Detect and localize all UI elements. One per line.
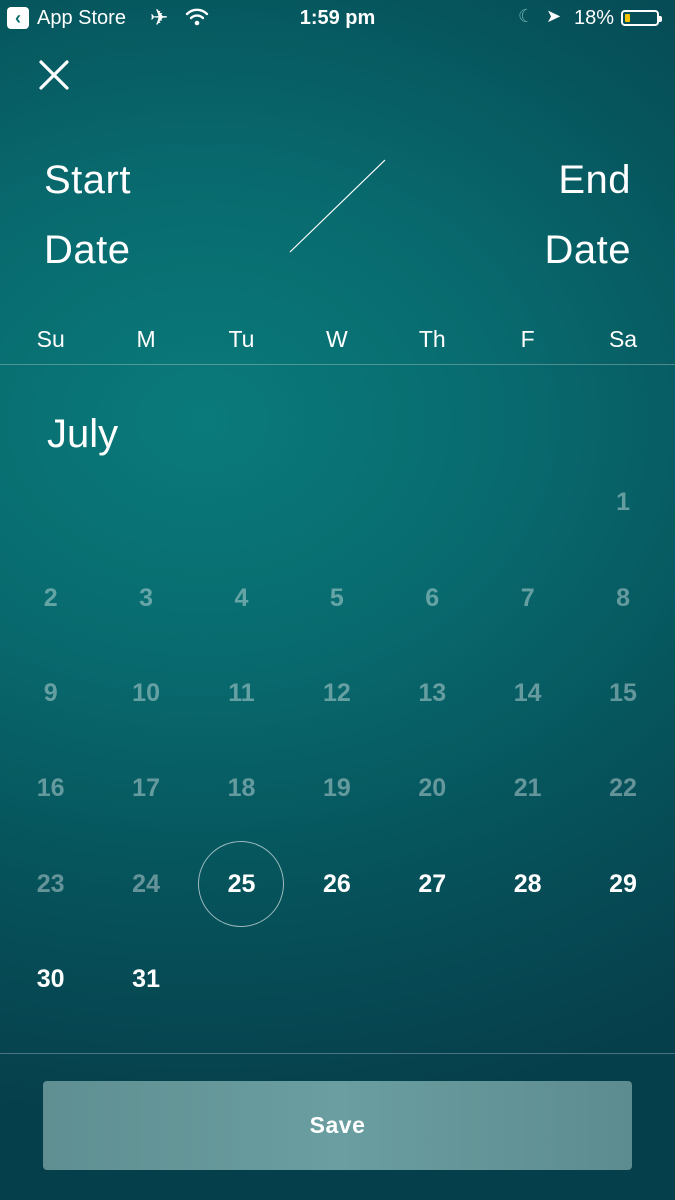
day-number: 9 [43, 678, 58, 707]
day-number: 30 [36, 965, 65, 994]
day-cell: 13 [385, 646, 480, 741]
day-number: 19 [322, 774, 351, 803]
day-cell: 6 [385, 550, 480, 645]
day-cell-empty [194, 455, 289, 550]
day-cell: 18 [194, 741, 289, 836]
weekday-th: Th [418, 326, 446, 352]
close-icon [39, 60, 69, 90]
day-cell: 22 [575, 741, 670, 836]
weekday-su: Su [36, 326, 65, 352]
day-number: 13 [418, 678, 447, 707]
day-number: 22 [609, 774, 637, 803]
weekday-w: W [326, 326, 348, 352]
day-cell: 24 [98, 837, 193, 932]
day-cell-empty [3, 455, 98, 550]
weekday-divider [0, 364, 675, 365]
day-number: 18 [227, 774, 256, 803]
day-number: 1 [616, 488, 630, 517]
calendar-day-grid: 1 2 3 4 5 6 7 8 9 10 11 12 13 14 15 16 17 18 19 20 21 22 23 24 2… [3, 455, 672, 1027]
moon-icon: ☾ [518, 6, 535, 26]
date-range-divider [289, 159, 386, 253]
weekday-sa: Sa [608, 326, 638, 352]
day-cell: 8 [575, 550, 670, 645]
day-number: 23 [36, 869, 65, 898]
day-cell: 19 [289, 741, 384, 836]
end-date-label-line1: End [558, 158, 631, 202]
day-cell: 17 [98, 741, 193, 836]
day-cell: 23 [3, 837, 98, 932]
day-cell-empty [480, 455, 575, 550]
day-cell[interactable]: 26 [289, 837, 384, 932]
day-number: 16 [36, 774, 65, 803]
day-number: 17 [132, 774, 160, 803]
day-cell-today[interactable]: 25 [194, 837, 289, 932]
day-cell[interactable]: 29 [575, 837, 670, 932]
start-date-label-line1: Start [44, 158, 131, 202]
month-label: July [47, 412, 119, 456]
day-cell: 2 [3, 550, 98, 645]
day-number: 14 [513, 678, 542, 707]
day-cell: 14 [480, 646, 575, 741]
day-number: 10 [132, 678, 160, 707]
day-number: 21 [513, 774, 542, 803]
day-cell: 16 [3, 741, 98, 836]
day-cell: 15 [575, 646, 670, 741]
day-number: 25 [227, 869, 256, 898]
battery-icon [621, 10, 662, 26]
weekday-m: M [136, 326, 156, 352]
day-number: 20 [418, 774, 447, 803]
day-cell: 5 [289, 550, 384, 645]
day-number: 3 [139, 583, 154, 612]
day-number: 11 [228, 678, 255, 707]
start-date-label-line2: Date [44, 228, 131, 272]
day-cell: 1 [575, 455, 670, 550]
day-cell: 11 [194, 646, 289, 741]
day-cell[interactable]: 27 [385, 837, 480, 932]
end-date-selector[interactable]: End Date [545, 145, 632, 285]
day-cell: 20 [385, 741, 480, 836]
day-cell: 3 [98, 550, 193, 645]
day-cell[interactable]: 30 [3, 932, 98, 1027]
close-button[interactable] [34, 55, 74, 95]
day-cell-empty [289, 455, 384, 550]
day-number: 31 [132, 965, 160, 994]
weekday-f: F [520, 326, 535, 352]
day-number: 4 [234, 583, 249, 612]
battery-percentage: 18% [574, 7, 615, 29]
battery-fill [625, 14, 630, 22]
day-cell: 10 [98, 646, 193, 741]
day-number: 7 [520, 583, 535, 612]
day-number: 5 [329, 583, 344, 612]
day-cell: 12 [289, 646, 384, 741]
day-cell-empty [385, 455, 480, 550]
day-number: 12 [322, 678, 351, 707]
day-cell: 9 [3, 646, 98, 741]
start-date-selector[interactable]: Start Date [44, 145, 131, 285]
day-number: 29 [609, 869, 637, 898]
weekday-tu: Tu [228, 326, 255, 352]
day-cell[interactable]: 28 [480, 837, 575, 932]
day-number: 24 [132, 869, 160, 898]
end-date-label-line2: Date [544, 228, 631, 272]
day-number: 6 [425, 583, 440, 612]
day-number: 26 [322, 869, 351, 898]
day-number: 2 [43, 583, 58, 612]
status-bar: ‹ App Store ✈ 1:59 pm ☾ ➤ 18% [0, 0, 675, 38]
day-cell: 4 [194, 550, 289, 645]
day-number: 8 [616, 583, 630, 612]
day-number: 15 [609, 678, 637, 707]
day-cell: 21 [480, 741, 575, 836]
save-button[interactable]: Save [43, 1081, 632, 1170]
day-number: 27 [418, 869, 447, 898]
day-cell[interactable]: 31 [98, 932, 193, 1027]
location-arrow-icon: ➤ [546, 6, 562, 26]
footer-divider [0, 1053, 675, 1054]
weekday-header: Su M Tu W Th F Sa [3, 322, 672, 364]
day-cell-empty [98, 455, 193, 550]
day-cell: 7 [480, 550, 575, 645]
day-number: 28 [513, 869, 542, 898]
